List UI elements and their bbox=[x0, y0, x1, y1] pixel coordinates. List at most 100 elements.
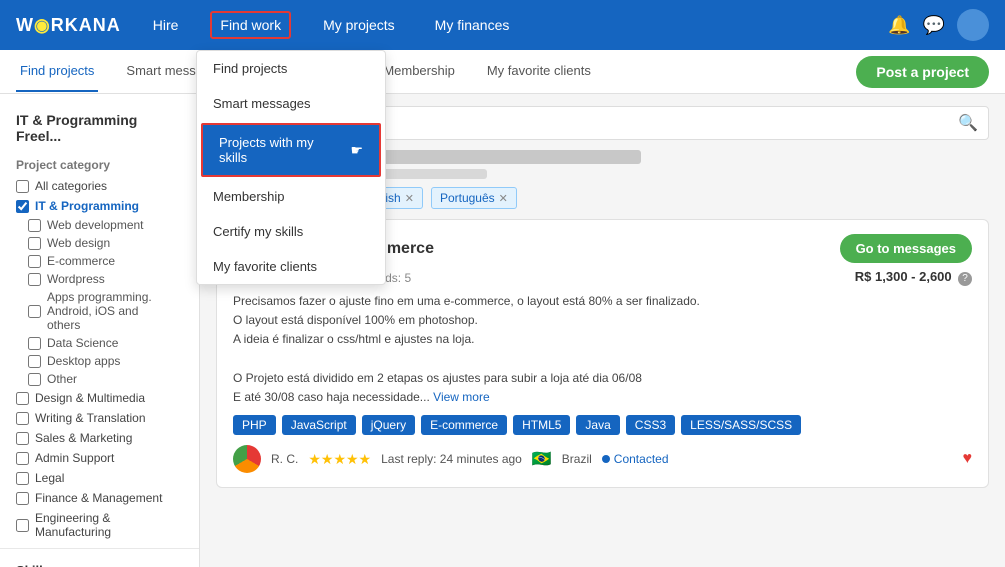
dropdown-projects-skills-wrapper: Projects with my skills ☛ bbox=[201, 123, 381, 177]
label-ecommerce: E-commerce bbox=[47, 254, 115, 268]
last-reply: Last reply: 24 minutes ago bbox=[381, 452, 522, 466]
sidebar-item-web-dev[interactable]: Web development bbox=[0, 216, 199, 234]
skill-html5[interactable]: HTML5 bbox=[513, 415, 570, 435]
sidebar-item-desktop[interactable]: Desktop apps bbox=[0, 352, 199, 370]
label-finance: Finance & Management bbox=[35, 491, 162, 505]
checkbox-desktop[interactable] bbox=[28, 355, 41, 368]
desc-1: Precisamos fazer o ajuste fino em uma e-… bbox=[233, 294, 700, 308]
label-legal: Legal bbox=[35, 471, 64, 485]
dropdown-favorite-clients[interactable]: My favorite clients bbox=[197, 249, 385, 284]
search-icon[interactable]: 🔍 bbox=[958, 113, 978, 133]
top-nav: W◉RKANA Hire Find work My projects My fi… bbox=[0, 0, 1005, 50]
sidebar: IT & Programming Freel... Project catego… bbox=[0, 94, 200, 567]
sidebar-item-apps[interactable]: Apps programming. Android, iOS and other… bbox=[0, 288, 199, 334]
label-web-design: Web design bbox=[47, 236, 110, 250]
label-writing: Writing & Translation bbox=[35, 411, 146, 425]
label-it: IT & Programming bbox=[35, 199, 139, 213]
chat-icon[interactable]: 💬 bbox=[923, 15, 945, 36]
rating-stars: ★★★★★ bbox=[308, 451, 371, 468]
avatar[interactable] bbox=[957, 9, 989, 41]
checkbox-all[interactable] bbox=[16, 180, 29, 193]
checkbox-apps[interactable] bbox=[28, 305, 41, 318]
filter-portugues[interactable]: Português ✕ bbox=[431, 187, 517, 209]
checkbox-design[interactable] bbox=[16, 392, 29, 405]
post-project-button[interactable]: Post a project bbox=[856, 56, 989, 88]
skill-css3[interactable]: CSS3 bbox=[626, 415, 675, 435]
label-engineering: Engineering & Manufacturing bbox=[35, 511, 183, 539]
skill-ecommerce[interactable]: E-commerce bbox=[421, 415, 507, 435]
dropdown-smart-messages[interactable]: Smart messages bbox=[197, 86, 385, 121]
main-layout: IT & Programming Freel... Project catego… bbox=[0, 94, 1005, 567]
checkbox-it[interactable] bbox=[16, 200, 29, 213]
price-range: R$ 1,300 - 2,600 bbox=[855, 269, 952, 284]
skill-javascript[interactable]: JavaScript bbox=[282, 415, 356, 435]
sidebar-item-finance[interactable]: Finance & Management bbox=[0, 488, 199, 508]
category-label: Project category bbox=[0, 154, 199, 176]
view-more-link[interactable]: View more bbox=[433, 390, 489, 404]
skill-jquery[interactable]: jQuery bbox=[362, 415, 415, 435]
checkbox-web-design[interactable] bbox=[28, 237, 41, 250]
label-sales: Sales & Marketing bbox=[35, 431, 132, 445]
label-design: Design & Multimedia bbox=[35, 391, 145, 405]
sidebar-item-other[interactable]: Other bbox=[0, 370, 199, 388]
nav-find-work[interactable]: Find work bbox=[210, 11, 291, 39]
sidebar-item-it[interactable]: IT & Programming bbox=[0, 196, 199, 216]
label-admin: Admin Support bbox=[35, 451, 114, 465]
dropdown-projects-skills-label: Projects with my skills bbox=[219, 135, 344, 165]
label-other: Other bbox=[47, 372, 77, 386]
dropdown-projects-skills[interactable]: Projects with my skills ☛ bbox=[203, 125, 379, 175]
sidebar-item-design[interactable]: Design & Multimedia bbox=[0, 388, 199, 408]
checkbox-data-science[interactable] bbox=[28, 337, 41, 350]
price-range-container: R$ 1,300 - 2,600 ? bbox=[855, 269, 972, 286]
checkbox-ecommerce[interactable] bbox=[28, 255, 41, 268]
sidebar-item-admin[interactable]: Admin Support bbox=[0, 448, 199, 468]
skill-less-sass[interactable]: LESS/SASS/SCSS bbox=[681, 415, 801, 435]
sidebar-item-wordpress[interactable]: Wordpress bbox=[0, 270, 199, 288]
sidebar-title: IT & Programming Freel... bbox=[0, 106, 199, 154]
project-footer: R. C. ★★★★★ Last reply: 24 minutes ago 🇧… bbox=[233, 445, 972, 473]
price-help-icon[interactable]: ? bbox=[958, 272, 972, 286]
skill-php[interactable]: PHP bbox=[233, 415, 276, 435]
bell-icon[interactable]: 🔔 bbox=[888, 15, 910, 36]
skill-java[interactable]: Java bbox=[576, 415, 619, 435]
logo: W◉RKANA bbox=[16, 15, 121, 36]
subnav-membership[interactable]: Membership bbox=[379, 51, 459, 92]
dropdown-certify-skills[interactable]: Certify my skills bbox=[197, 214, 385, 249]
sidebar-item-data-science[interactable]: Data Science bbox=[0, 334, 199, 352]
checkbox-legal[interactable] bbox=[16, 472, 29, 485]
checkbox-wordpress[interactable] bbox=[28, 273, 41, 286]
skills-section-title: Skills bbox=[0, 555, 199, 567]
desc-5: E até 30/08 caso haja necessidade... bbox=[233, 390, 430, 404]
nav-hire[interactable]: Hire bbox=[145, 13, 187, 37]
checkbox-web-dev[interactable] bbox=[28, 219, 41, 232]
checkbox-other[interactable] bbox=[28, 373, 41, 386]
filter-english-remove[interactable]: ✕ bbox=[405, 192, 414, 205]
sidebar-item-all[interactable]: All categories bbox=[0, 176, 199, 196]
sidebar-item-engineering[interactable]: Engineering & Manufacturing bbox=[0, 508, 199, 542]
sidebar-item-web-design[interactable]: Web design bbox=[0, 234, 199, 252]
nav-my-projects[interactable]: My projects bbox=[315, 13, 403, 37]
go-to-messages-button[interactable]: Go to messages bbox=[840, 234, 972, 263]
filter-portugues-label: Português bbox=[440, 191, 495, 205]
sidebar-item-legal[interactable]: Legal bbox=[0, 468, 199, 488]
sub-nav: Find projects Smart messa... Projects wi… bbox=[0, 50, 1005, 94]
top-nav-right: 🔔 💬 bbox=[888, 9, 989, 41]
sidebar-item-sales[interactable]: Sales & Marketing bbox=[0, 428, 199, 448]
desc-2: O layout está disponível 100% em photosh… bbox=[233, 313, 478, 327]
filter-portugues-remove[interactable]: ✕ bbox=[499, 192, 508, 205]
favorite-icon[interactable]: ♥ bbox=[963, 450, 973, 468]
checkbox-sales[interactable] bbox=[16, 432, 29, 445]
dropdown-membership[interactable]: Membership bbox=[197, 179, 385, 214]
subnav-favorite-clients[interactable]: My favorite clients bbox=[483, 51, 595, 92]
checkbox-engineering[interactable] bbox=[16, 519, 29, 532]
nav-my-finances[interactable]: My finances bbox=[427, 13, 518, 37]
checkbox-writing[interactable] bbox=[16, 412, 29, 425]
checkbox-finance[interactable] bbox=[16, 492, 29, 505]
checkbox-admin[interactable] bbox=[16, 452, 29, 465]
subnav-find-projects[interactable]: Find projects bbox=[16, 51, 98, 92]
poster-avatar bbox=[233, 445, 261, 473]
poster-name: R. C. bbox=[271, 452, 298, 466]
sidebar-item-ecommerce[interactable]: E-commerce bbox=[0, 252, 199, 270]
sidebar-item-writing[interactable]: Writing & Translation bbox=[0, 408, 199, 428]
dropdown-find-projects[interactable]: Find projects bbox=[197, 51, 385, 86]
